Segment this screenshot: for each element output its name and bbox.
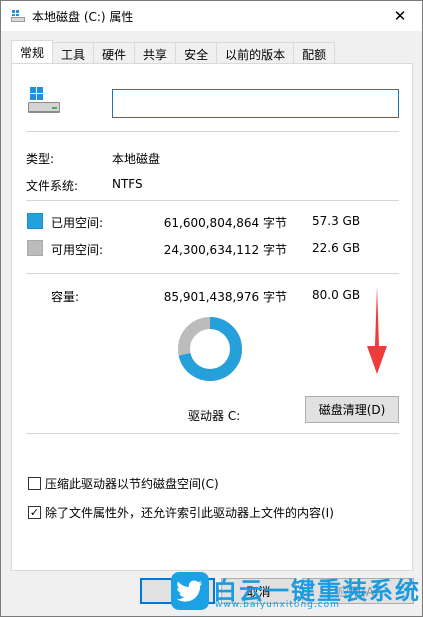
free-space-swatch — [27, 240, 43, 256]
red-arrow-icon — [367, 286, 387, 374]
close-button[interactable]: ✕ — [378, 1, 422, 31]
disk-usage-donut — [178, 317, 242, 381]
separator — [26, 200, 399, 201]
compress-label: 压缩此驱动器以节约磁盘空间(C) — [45, 477, 219, 491]
properties-window: 本地磁盘 (C:) 属性 ✕ 常规 工具 硬件 共享 安全 以前的版本 配额 类… — [0, 0, 423, 617]
tab-strip: 常规 工具 硬件 共享 安全 以前的版本 配额 — [11, 40, 336, 63]
close-icon: ✕ — [393, 7, 407, 25]
tab-tools[interactable]: 工具 — [52, 42, 95, 63]
drive-letter-label: 驱动器 C: — [188, 409, 241, 423]
separator — [26, 433, 399, 434]
index-label: 除了文件属性外，还允许索引此驱动器上文件的内容(I) — [45, 506, 334, 520]
file-system-value: NTFS — [112, 177, 143, 191]
bird-logo-icon — [171, 572, 209, 610]
watermark-logo: 白云一键重装系统 www.baiyunxitong.com — [171, 570, 419, 614]
free-space-bytes: 24,300,634,112 字节 — [163, 243, 287, 257]
tab-sharing[interactable]: 共享 — [134, 42, 177, 63]
window-title: 本地磁盘 (C:) 属性 — [32, 10, 134, 24]
tab-hardware[interactable]: 硬件 — [93, 42, 136, 63]
general-panel: 类型: 本地磁盘 文件系统: NTFS 已用空间: 61,600,804,864… — [11, 63, 413, 571]
title-bar[interactable]: 本地磁盘 (C:) 属性 ✕ — [1, 1, 422, 31]
used-space-label: 已用空间: — [51, 216, 104, 230]
used-space-swatch — [27, 213, 43, 229]
compress-option[interactable]: 压缩此驱动器以节约磁盘空间(C) — [28, 475, 219, 492]
check-mark-icon: ✓ — [29, 506, 40, 519]
index-checkbox[interactable]: ✓ — [28, 506, 41, 519]
file-system-label: 文件系统: — [26, 179, 79, 193]
tab-general[interactable]: 常规 — [11, 40, 54, 63]
drive-icon — [11, 10, 25, 22]
used-space-bytes: 61,600,804,864 字节 — [163, 216, 287, 230]
capacity-gb: 80.0 GB — [312, 288, 361, 302]
index-option[interactable]: ✓ 除了文件属性外，还允许索引此驱动器上文件的内容(I) — [28, 504, 334, 521]
type-label: 类型: — [26, 152, 55, 166]
watermark-url: www.baiyunxitong.com — [215, 600, 340, 610]
disk-cleanup-button[interactable]: 磁盘清理(D) — [305, 396, 399, 423]
capacity-label: 容量: — [51, 290, 80, 304]
capacity-bytes: 85,901,438,976 字节 — [163, 290, 287, 304]
compress-checkbox[interactable] — [28, 477, 41, 490]
tab-previous-versions[interactable]: 以前的版本 — [216, 42, 295, 63]
tab-quota[interactable]: 配额 — [293, 42, 336, 63]
type-value: 本地磁盘 — [112, 152, 161, 166]
tab-security[interactable]: 安全 — [175, 42, 218, 63]
used-space-gb: 57.3 GB — [312, 214, 361, 228]
free-space-label: 可用空间: — [51, 243, 104, 257]
drive-name-input[interactable] — [112, 89, 399, 118]
separator — [26, 273, 399, 274]
free-space-gb: 22.6 GB — [312, 241, 361, 255]
separator — [26, 131, 399, 132]
drive-large-icon — [28, 87, 60, 113]
